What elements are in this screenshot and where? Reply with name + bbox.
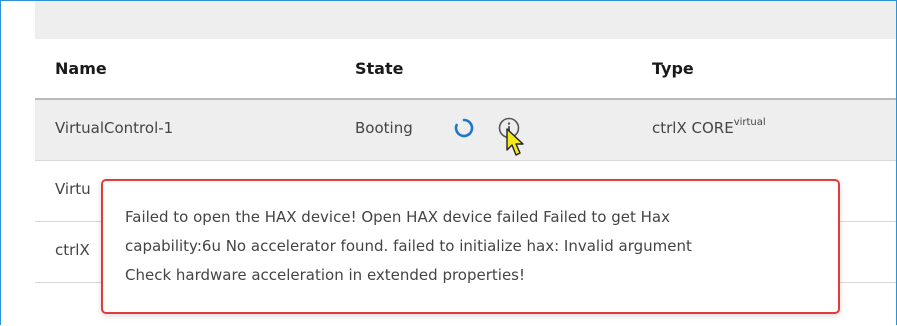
loading-spinner-icon: [453, 117, 475, 143]
device-name: Virtu: [55, 180, 91, 198]
column-header-name[interactable]: Name: [55, 59, 107, 78]
table-row[interactable]: VirtualControl-1 Booting ctrlX COREvirtu…: [35, 100, 896, 161]
error-tooltip: Failed to open the HAX device! Open HAX …: [101, 179, 840, 314]
error-message: Failed to open the HAX device! Open HAX …: [125, 203, 837, 290]
device-name: ctrlX: [55, 241, 90, 259]
device-type-main: ctrlX CORE: [652, 119, 734, 137]
error-message-line: capability:6u No accelerator found. fail…: [125, 237, 692, 255]
table-header: Name State Type: [35, 39, 896, 100]
device-state: Booting: [355, 119, 413, 137]
device-name: VirtualControl-1: [55, 119, 174, 137]
error-message-line: Failed to open the HAX device! Open HAX …: [125, 208, 670, 226]
device-type: ctrlX COREvirtual: [652, 117, 766, 137]
mouse-pointer-icon: [505, 128, 527, 162]
column-header-type[interactable]: Type: [652, 59, 694, 78]
device-type-superscript: virtual: [733, 117, 766, 128]
column-header-state[interactable]: State: [355, 59, 403, 78]
table-toolbar: [35, 1, 896, 39]
error-message-line: Check hardware acceleration in extended …: [125, 266, 525, 284]
